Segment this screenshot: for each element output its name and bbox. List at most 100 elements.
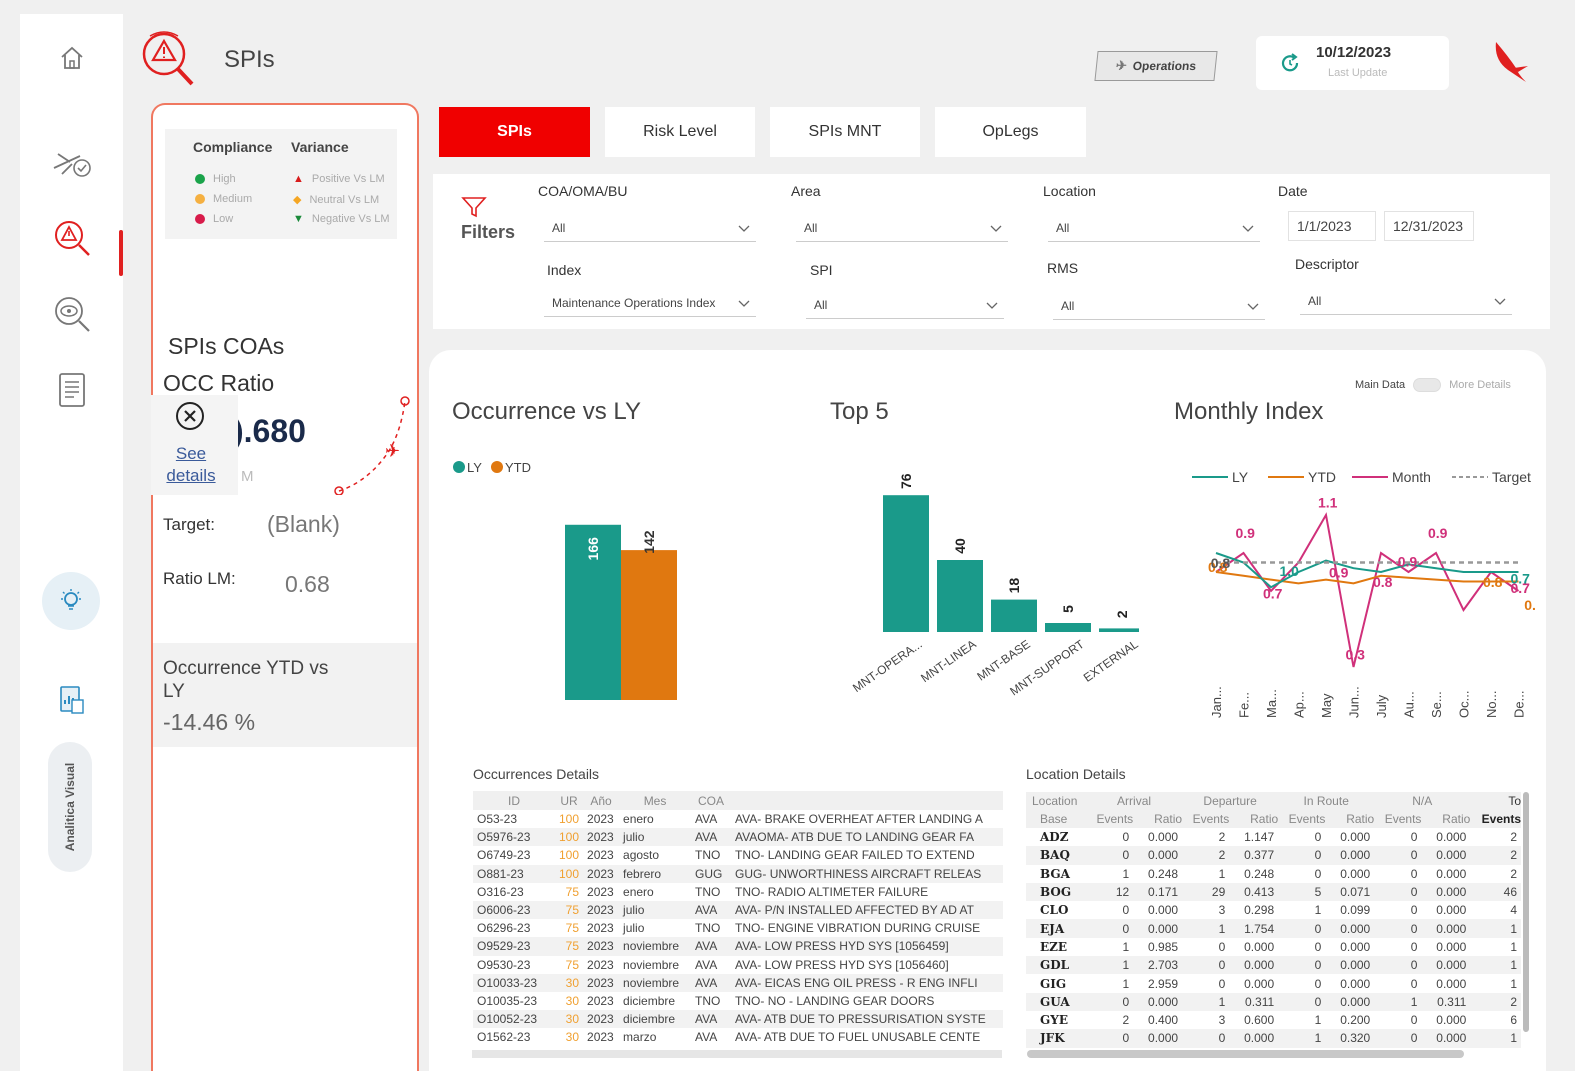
table-row[interactable]: ADZ 0 0.000 2 1.147 0 0.000 0 0.000 2 xyxy=(1026,828,1521,846)
tab-spis-mnt[interactable]: SPIs MNT xyxy=(770,107,920,157)
table-row[interactable]: GYE 2 0.400 3 0.600 1 0.200 0 0.000 6 xyxy=(1026,1011,1521,1029)
table-row[interactable]: CLO 0 0.000 3 0.298 1 0.099 0 0.000 4 xyxy=(1026,901,1521,919)
table-row[interactable]: GDL 1 2.703 0 0.000 0 0.000 0 0.000 1 xyxy=(1026,956,1521,975)
location-horizontal-scrollbar[interactable] xyxy=(1027,1050,1464,1058)
chevron-down-icon xyxy=(1242,222,1254,236)
col-id[interactable]: ID xyxy=(473,791,555,810)
sub-header-8[interactable]: Ratio xyxy=(1421,810,1471,828)
eye-search-icon[interactable] xyxy=(50,292,94,336)
col-departure[interactable]: Departure xyxy=(1182,792,1279,810)
table-row[interactable]: O6296-23 75 2023 julio TNO TNO- ENGINE VIBRAT… xyxy=(473,919,1003,937)
sub-header-3[interactable]: Events xyxy=(1182,810,1230,828)
table-row[interactable]: O53-23 100 2023 enero AVA AVA- BRAKE OVERHEAT… xyxy=(473,810,1003,828)
spi-select[interactable]: All xyxy=(806,291,1004,319)
sub-header-5[interactable]: Events xyxy=(1278,810,1326,828)
operations-button[interactable]: ✈ Operations xyxy=(1094,51,1218,81)
sub-header-6[interactable]: Ratio xyxy=(1325,810,1375,828)
sub-header-9[interactable]: Events xyxy=(1470,810,1521,828)
analitica-visual-tab[interactable]: Analitica Visual xyxy=(48,742,92,872)
point-label-10: 0.8 xyxy=(1483,574,1503,590)
col-in-route[interactable]: In Route xyxy=(1278,792,1375,810)
table-row[interactable]: EJA 0 0.000 1 1.754 0 0.000 0 0.000 1 xyxy=(1026,919,1521,938)
table-row[interactable]: O10052-23 30 2023 diciembre AVA AVA- ATB DUE … xyxy=(473,1010,1003,1029)
table-row[interactable]: O881-23 100 2023 febrero GUG GUG- UNWORTHINES… xyxy=(473,864,1003,883)
col-year[interactable]: Año xyxy=(583,791,620,810)
col-month[interactable]: Mes xyxy=(619,791,692,810)
tab-risk-level[interactable]: Risk Level xyxy=(605,107,755,157)
tab-spis[interactable]: SPIs xyxy=(439,107,590,157)
point-label-8: 0.9 xyxy=(1398,553,1418,569)
table-row[interactable]: O10035-23 30 2023 diciembre TNO TNO- NO - LAN… xyxy=(473,992,1003,1010)
home-icon[interactable] xyxy=(50,36,94,80)
year-cell: 2023 xyxy=(583,864,620,883)
coa-cell: AVA xyxy=(695,1030,718,1045)
report-document-icon[interactable] xyxy=(50,368,94,412)
table-row[interactable]: O6006-23 75 2023 julio AVA AVA- P/N INSTALLED… xyxy=(473,900,1003,920)
ur-cell: 100 xyxy=(559,848,580,863)
value-cell: 1 xyxy=(1470,956,1521,975)
col-location[interactable]: Location xyxy=(1026,792,1086,810)
sub-header-0[interactable]: Base xyxy=(1026,810,1086,828)
descriptor-select[interactable]: All xyxy=(1300,287,1512,315)
value-cell: 0.000 xyxy=(1133,919,1183,938)
table-row[interactable]: GUA 0 0.000 1 0.311 0 0.000 1 0.311 2 xyxy=(1026,992,1521,1011)
plane-check-icon[interactable] xyxy=(50,142,94,186)
coa-select[interactable]: All xyxy=(544,214,756,242)
lightbulb-icon[interactable] xyxy=(42,572,100,630)
col-coa[interactable]: COA xyxy=(691,791,732,810)
sub-header-2[interactable]: Ratio xyxy=(1133,810,1183,828)
table-row[interactable]: BOG 12 0.171 29 0.413 5 0.071 0 0.000 46 xyxy=(1026,882,1521,902)
value-cell: 1 xyxy=(1510,939,1517,954)
base-cell: BAQ xyxy=(1026,846,1086,865)
col-na[interactable]: N/A xyxy=(1374,792,1471,810)
value-cell: 0.000 xyxy=(1133,846,1183,865)
col-description[interactable] xyxy=(731,791,1003,810)
x-tick-11: De... xyxy=(1512,691,1527,718)
legend-dot-ly xyxy=(453,461,465,473)
year-cell: 2023 xyxy=(587,812,614,827)
base-cell: GDL xyxy=(1026,956,1086,975)
location-select[interactable]: All xyxy=(1048,214,1260,242)
spi-alert-search-icon[interactable] xyxy=(50,216,94,260)
toggle-switch[interactable] xyxy=(1413,378,1442,392)
see-details-link[interactable]: See details xyxy=(165,443,217,487)
table-row[interactable]: JFK 0 0.000 0 0.000 1 0.320 0 0.000 1 xyxy=(1026,1029,1521,1048)
table-row[interactable]: O10033-23 30 2023 noviembre AVA AVA- EICAS EN… xyxy=(473,973,1003,992)
rms-select[interactable]: All xyxy=(1053,292,1265,320)
analytics-report-icon[interactable] xyxy=(50,678,94,722)
table-row[interactable]: EZE 1 0.985 0 0.000 0 0.000 0 0.000 1 xyxy=(1026,938,1521,956)
table-row[interactable]: O9530-23 75 2023 noviembre AVA AVA- LOW PRESS… xyxy=(473,956,1003,974)
tab-oplegs[interactable]: OpLegs xyxy=(935,107,1086,157)
table-row[interactable]: O316-23 75 2023 enero TNO TNO- RADIO ALTIMETE… xyxy=(473,883,1003,901)
month-cell: noviembre xyxy=(619,973,692,992)
occurrences-scrollbar[interactable] xyxy=(472,1050,1002,1058)
chevron-down-icon xyxy=(990,222,1002,236)
table-row[interactable]: O1562-23 30 2023 marzo AVA AVA- ATB DUE TO FU… xyxy=(473,1028,1003,1046)
table-row[interactable]: GIG 1 2.959 0 0.000 0 0.000 0 0.000 1 xyxy=(1026,974,1521,992)
col-total[interactable]: To xyxy=(1470,792,1521,810)
sub-header-1[interactable]: Events xyxy=(1086,810,1134,828)
location-vertical-scrollbar[interactable] xyxy=(1523,792,1529,1032)
sub-header-4[interactable]: Ratio xyxy=(1229,810,1279,828)
date-to-input[interactable]: 12/31/2023 xyxy=(1384,211,1474,241)
area-select[interactable]: All xyxy=(796,214,1008,242)
table-row[interactable]: O5976-23 100 2023 julio AVA AVAOMA- ATB DUE T… xyxy=(473,828,1003,847)
series-line-month xyxy=(1215,512,1520,668)
value-cell: 4 xyxy=(1510,903,1517,918)
date-from-input[interactable]: 1/1/2023 xyxy=(1288,211,1376,241)
close-icon[interactable] xyxy=(175,401,205,436)
table-row[interactable]: O9529-23 75 2023 noviembre AVA AVA- LOW PRESS… xyxy=(473,937,1003,956)
table-row[interactable]: BGA 1 0.248 1 0.248 0 0.000 0 0.000 2 xyxy=(1026,865,1521,883)
col-ur[interactable]: UR xyxy=(555,791,584,810)
see-details-overlay[interactable]: See details xyxy=(151,395,238,495)
data-toggle[interactable]: Main Data More Details xyxy=(1355,378,1511,392)
index-select[interactable]: Maintenance Operations Index xyxy=(544,289,756,317)
coa-cell: GUG xyxy=(691,864,732,883)
col-arrival[interactable]: Arrival xyxy=(1086,792,1183,810)
value-cell: 0.311 xyxy=(1421,992,1471,1011)
sub-header-7[interactable]: Events xyxy=(1374,810,1422,828)
refresh-icon[interactable] xyxy=(1278,51,1302,80)
description-cell: AVA- LOW PRESS HYD SYS [1056460] xyxy=(735,957,949,972)
table-row[interactable]: BAQ 0 0.000 2 0.377 0 0.000 0 0.000 2 xyxy=(1026,846,1521,865)
table-row[interactable]: O6749-23 100 2023 agosto TNO TNO- LANDING GEA… xyxy=(473,846,1003,864)
